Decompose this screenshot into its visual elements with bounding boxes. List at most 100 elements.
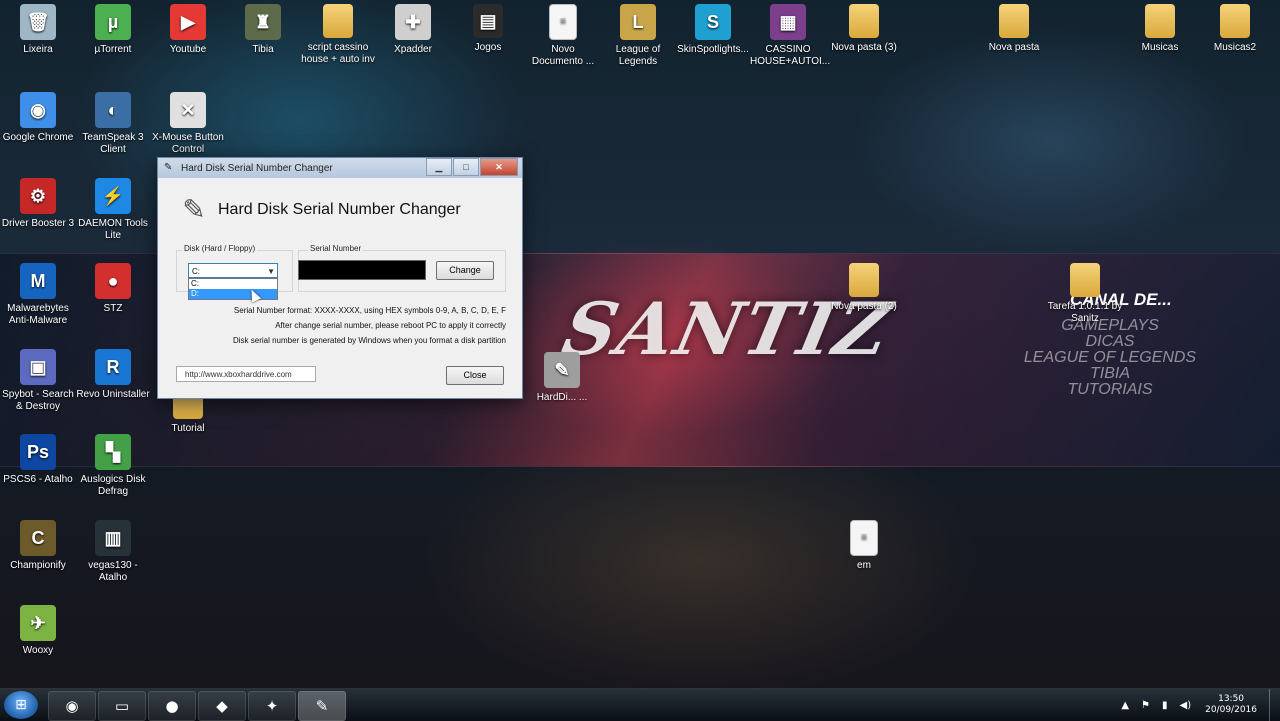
taskbar-chrome[interactable]: ◉ xyxy=(48,691,96,721)
desktop-icon-label: CASSINO HOUSE+AUTOI... xyxy=(750,44,831,67)
show-desktop-button[interactable] xyxy=(1269,689,1280,721)
desktop-icon[interactable]: M Malwarebytes Anti-Malware xyxy=(0,263,76,327)
minimize-button[interactable]: ▁ xyxy=(426,158,452,176)
taskbar: ⊞ ◉ ▭ ● ◆ ✦ ✎ ▲ ⚑ ▮ ◀) 13:50 20/09/2016 xyxy=(0,688,1280,721)
desktop-icon-label: STZ xyxy=(103,303,123,314)
desktop-icon[interactable]: script cassino house + auto inv xyxy=(300,4,376,66)
pencil-tool-icon: ✎ xyxy=(182,194,206,225)
desktop-icon[interactable]: Nova pasta (3) xyxy=(826,4,902,54)
desktop-icon-label: Tarefa 1.0.1.1 by Sanitz xyxy=(1047,301,1123,324)
document-icon: ≡ xyxy=(850,520,878,556)
desktop-icon[interactable]: ≡ em xyxy=(826,520,902,572)
desktop-icon-label: Xpadder xyxy=(394,44,432,55)
desktop-icon[interactable]: ▶ Youtube xyxy=(150,4,226,56)
info-generated-text: Disk serial number is generated by Windo… xyxy=(232,336,506,345)
desktop-icon[interactable]: C Championify xyxy=(0,520,76,572)
desktop-icon[interactable]: ● STZ xyxy=(75,263,151,315)
wooxy-icon: ✈ xyxy=(20,605,56,641)
desktop-icon[interactable]: ▥ vegas130 - Atalho xyxy=(75,520,151,584)
mouse-icon: ✕ xyxy=(170,92,206,128)
taskbar-hdd-tool[interactable]: ✎ xyxy=(298,691,346,721)
winrar-icon: ▦ xyxy=(770,4,806,40)
taskbar-stz[interactable]: ● xyxy=(148,691,196,721)
banner-topic: TIBIA xyxy=(1089,365,1130,382)
desktop-icon[interactable]: Ps PSCS6 - Atalho xyxy=(0,434,76,486)
disk-option-c[interactable]: C: xyxy=(189,279,277,289)
gamepad-icon: ✚ xyxy=(395,4,431,40)
desktop-icon-label: vegas130 - Atalho xyxy=(88,560,138,583)
desktop-icon-label: script cassino house + auto inv xyxy=(301,42,375,65)
desktop-icon[interactable]: ⚙ Driver Booster 3 xyxy=(0,178,76,230)
info-format-text: Serial Number format: XXXX-XXXX, using H… xyxy=(233,306,506,315)
disk-select[interactable]: C: ▼ xyxy=(188,263,278,278)
window-titlebar[interactable]: ✎ Hard Disk Serial Number Changer ▁ □ ✕ xyxy=(158,158,522,178)
dialog-header: ✎ Hard Disk Serial Number Changer xyxy=(176,192,461,228)
disk-dropdown-list: C: D: xyxy=(188,278,278,300)
clock[interactable]: 13:50 20/09/2016 xyxy=(1205,694,1257,716)
desktop-icon-label: Jogos xyxy=(474,42,502,53)
desktop-icon[interactable]: ◉ Google Chrome xyxy=(0,92,76,144)
youtube-icon: ▶ xyxy=(170,4,206,40)
folder-icon xyxy=(1070,263,1100,297)
recycle-bin-icon: 🗑 xyxy=(20,4,56,40)
desktop-icon-label: Musicas xyxy=(1141,42,1179,53)
folder-icon xyxy=(999,4,1029,38)
chevron-down-icon[interactable]: ▼ xyxy=(267,264,275,279)
window-controls: ▁ □ ✕ xyxy=(425,158,518,176)
desktop-icon[interactable]: L League of Legends xyxy=(600,4,676,68)
teamspeak-icon: ◐ xyxy=(95,92,131,128)
spybot-icon: ▣ xyxy=(20,349,56,385)
disk-option-d[interactable]: D: xyxy=(189,289,277,299)
desktop-icon[interactable]: ▚ Auslogics Disk Defrag xyxy=(75,434,151,498)
revo-uninstaller-icon: R xyxy=(95,349,131,385)
close-button[interactable]: Close xyxy=(446,366,504,385)
desktop-icon[interactable]: ♜ Tibia xyxy=(225,4,301,56)
network-icon[interactable]: ▮ xyxy=(1162,700,1168,711)
serial-number-input[interactable] xyxy=(298,260,426,280)
desktop-icon-label: PSCS6 - Atalho xyxy=(3,474,73,485)
desktop-icon[interactable]: ▦ CASSINO HOUSE+AUTOI... xyxy=(750,4,831,68)
desktop-icon[interactable]: ✎ HardDi... ... xyxy=(524,352,600,404)
desktop-icon[interactable]: ✕ X-Mouse Button Control xyxy=(150,92,226,156)
desktop-icon[interactable]: ▣ Spybot - Search & Destroy xyxy=(0,349,76,413)
tray-expand-icon[interactable]: ▲ xyxy=(1121,700,1129,711)
desktop-icon-label: Nova pasta (3) xyxy=(831,42,897,53)
desktop-icon-label: Musicas2 xyxy=(1213,42,1257,53)
taskbar-app-red[interactable]: ◆ xyxy=(198,691,246,721)
banner-topics: GAMEPLAYS DICAS LEAGUE OF LEGENDS TIBIA … xyxy=(1020,318,1200,398)
desktop-icon-label: Lixeira xyxy=(23,44,53,55)
desktop-icon[interactable]: R Revo Uninstaller xyxy=(75,349,151,401)
taskbar-app-gold[interactable]: ✦ xyxy=(248,691,296,721)
desktop-icon[interactable]: Nova pasta (2) xyxy=(826,263,902,313)
desktop-icon-label: Championify xyxy=(10,560,66,571)
desktop-icon-label: Novo Documento ... xyxy=(531,44,595,67)
desktop-icon[interactable]: ≡ Novo Documento ... xyxy=(525,4,601,68)
volume-icon[interactable]: ◀) xyxy=(1180,700,1192,711)
close-window-button[interactable]: ✕ xyxy=(480,158,518,176)
desktop-icon[interactable]: ◐ TeamSpeak 3 Client xyxy=(75,92,151,156)
maximize-button[interactable]: □ xyxy=(453,158,479,176)
malwarebytes-icon: M xyxy=(20,263,56,299)
desktop-icon[interactable]: µ µTorrent xyxy=(75,4,151,56)
folder-icon xyxy=(849,263,879,297)
change-button[interactable]: Change xyxy=(436,261,494,280)
desktop-icon[interactable]: 🗑 Lixeira xyxy=(0,4,76,56)
driver-booster-icon: ⚙ xyxy=(20,178,56,214)
stz-icon: ● xyxy=(95,263,131,299)
disk-label: Disk (Hard / Floppy) xyxy=(182,244,258,253)
desktop-icon[interactable]: ⚡ DAEMON Tools Lite xyxy=(75,178,151,242)
desktop-icon[interactable]: Musicas2 xyxy=(1197,4,1273,54)
start-button[interactable]: ⊞ xyxy=(4,691,38,719)
action-center-flag-icon[interactable]: ⚑ xyxy=(1141,700,1150,711)
desktop-icon[interactable]: Nova pasta xyxy=(976,4,1052,54)
clock-date: 20/09/2016 xyxy=(1205,705,1257,715)
desktop-icon[interactable]: Musicas xyxy=(1122,4,1198,54)
website-link[interactable]: http://www.xboxharddrive.com xyxy=(176,366,316,382)
desktop-icon[interactable]: Tarefa 1.0.1.1 by Sanitz xyxy=(1047,263,1123,325)
desktop-icon[interactable]: S SkinSpotlights... xyxy=(675,4,751,56)
desktop-icon[interactable]: ✚ Xpadder xyxy=(375,4,451,56)
desktop-icon[interactable]: ✈ Wooxy xyxy=(0,605,76,657)
desktop-icon[interactable]: ▤ Jogos xyxy=(450,4,526,54)
taskbar-explorer[interactable]: ▭ xyxy=(98,691,146,721)
desktop-icon-label: Auslogics Disk Defrag xyxy=(80,474,146,497)
